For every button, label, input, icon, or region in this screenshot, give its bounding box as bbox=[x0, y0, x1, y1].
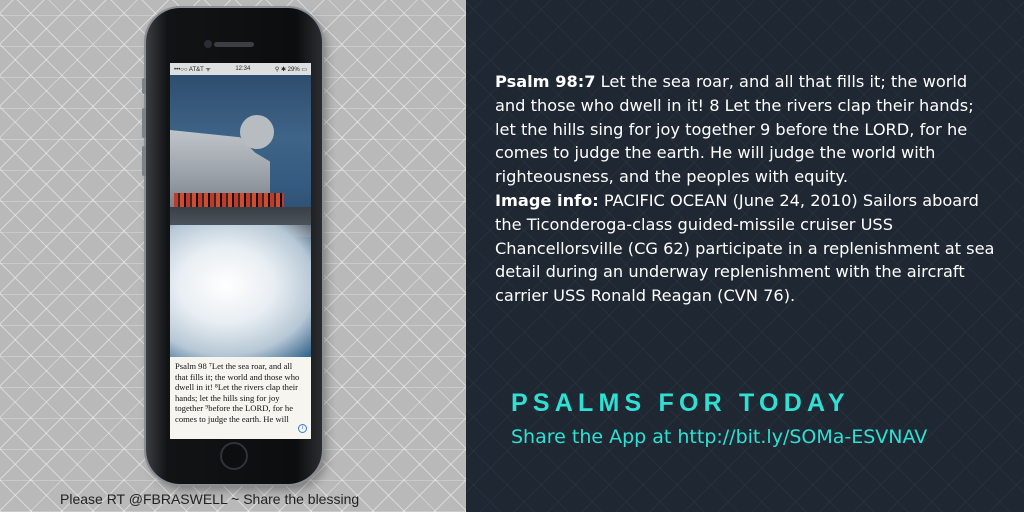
scripture-text: Psalm 98:7 Let the sea roar, and all tha… bbox=[495, 70, 995, 308]
ship-photo bbox=[170, 75, 311, 357]
phone-mute-switch bbox=[142, 78, 146, 94]
status-battery: ⚲ ✱ 29% ▭ bbox=[274, 66, 307, 73]
verse-line: dwell in it! ⁸Let the rivers clap their bbox=[175, 382, 299, 393]
home-button[interactable] bbox=[220, 442, 248, 470]
phone-image: •••○○ AT&T ᯤ 12:34 ⚲ ✱ 29% ▭ Psalm 98 ⁷L… bbox=[142, 8, 322, 484]
sailors-row bbox=[174, 193, 284, 207]
phone-screen: •••○○ AT&T ᯤ 12:34 ⚲ ✱ 29% ▭ Psalm 98 ⁷L… bbox=[170, 63, 311, 439]
verse-line: hands; let the hills sing for joy bbox=[175, 392, 280, 403]
status-bar: •••○○ AT&T ᯤ 12:34 ⚲ ✱ 29% ▭ bbox=[170, 63, 311, 75]
camera-icon bbox=[204, 40, 212, 48]
status-time: 12:34 bbox=[235, 66, 251, 72]
ship-radar-dome bbox=[240, 115, 274, 149]
verse-line: comes to judge the earth. He will bbox=[175, 413, 289, 424]
image-info-label: Image info: bbox=[495, 190, 599, 210]
info-icon[interactable]: i bbox=[298, 424, 307, 433]
phone-volume-down bbox=[142, 146, 146, 176]
verse-line: together ⁹before the LORD, for he bbox=[175, 403, 294, 414]
brand-title: PSALMS FOR TODAY bbox=[511, 389, 850, 417]
sea-spray bbox=[170, 225, 311, 357]
left-panel: •••○○ AT&T ᯤ 12:34 ⚲ ✱ 29% ▭ Psalm 98 ⁷L… bbox=[0, 0, 466, 512]
scripture-reference: Psalm 98:7 bbox=[495, 72, 596, 91]
verse-card: Psalm 98 ⁷Let the sea roar, and all that… bbox=[170, 357, 311, 439]
status-carrier: •••○○ AT&T ᯤ bbox=[174, 67, 211, 73]
retweet-caption: Please RT @FBRASWELL ~ Share the blessin… bbox=[60, 491, 360, 507]
verse-line: Psalm 98 ⁷Let the sea roar, and all bbox=[175, 361, 293, 371]
speaker-icon bbox=[214, 42, 254, 47]
phone-volume-up bbox=[142, 108, 146, 138]
share-app-link[interactable]: Share the App at http://bit.ly/SOMa-ESVN… bbox=[511, 426, 927, 448]
verse-line: that fills it; the world and those who bbox=[175, 371, 300, 382]
